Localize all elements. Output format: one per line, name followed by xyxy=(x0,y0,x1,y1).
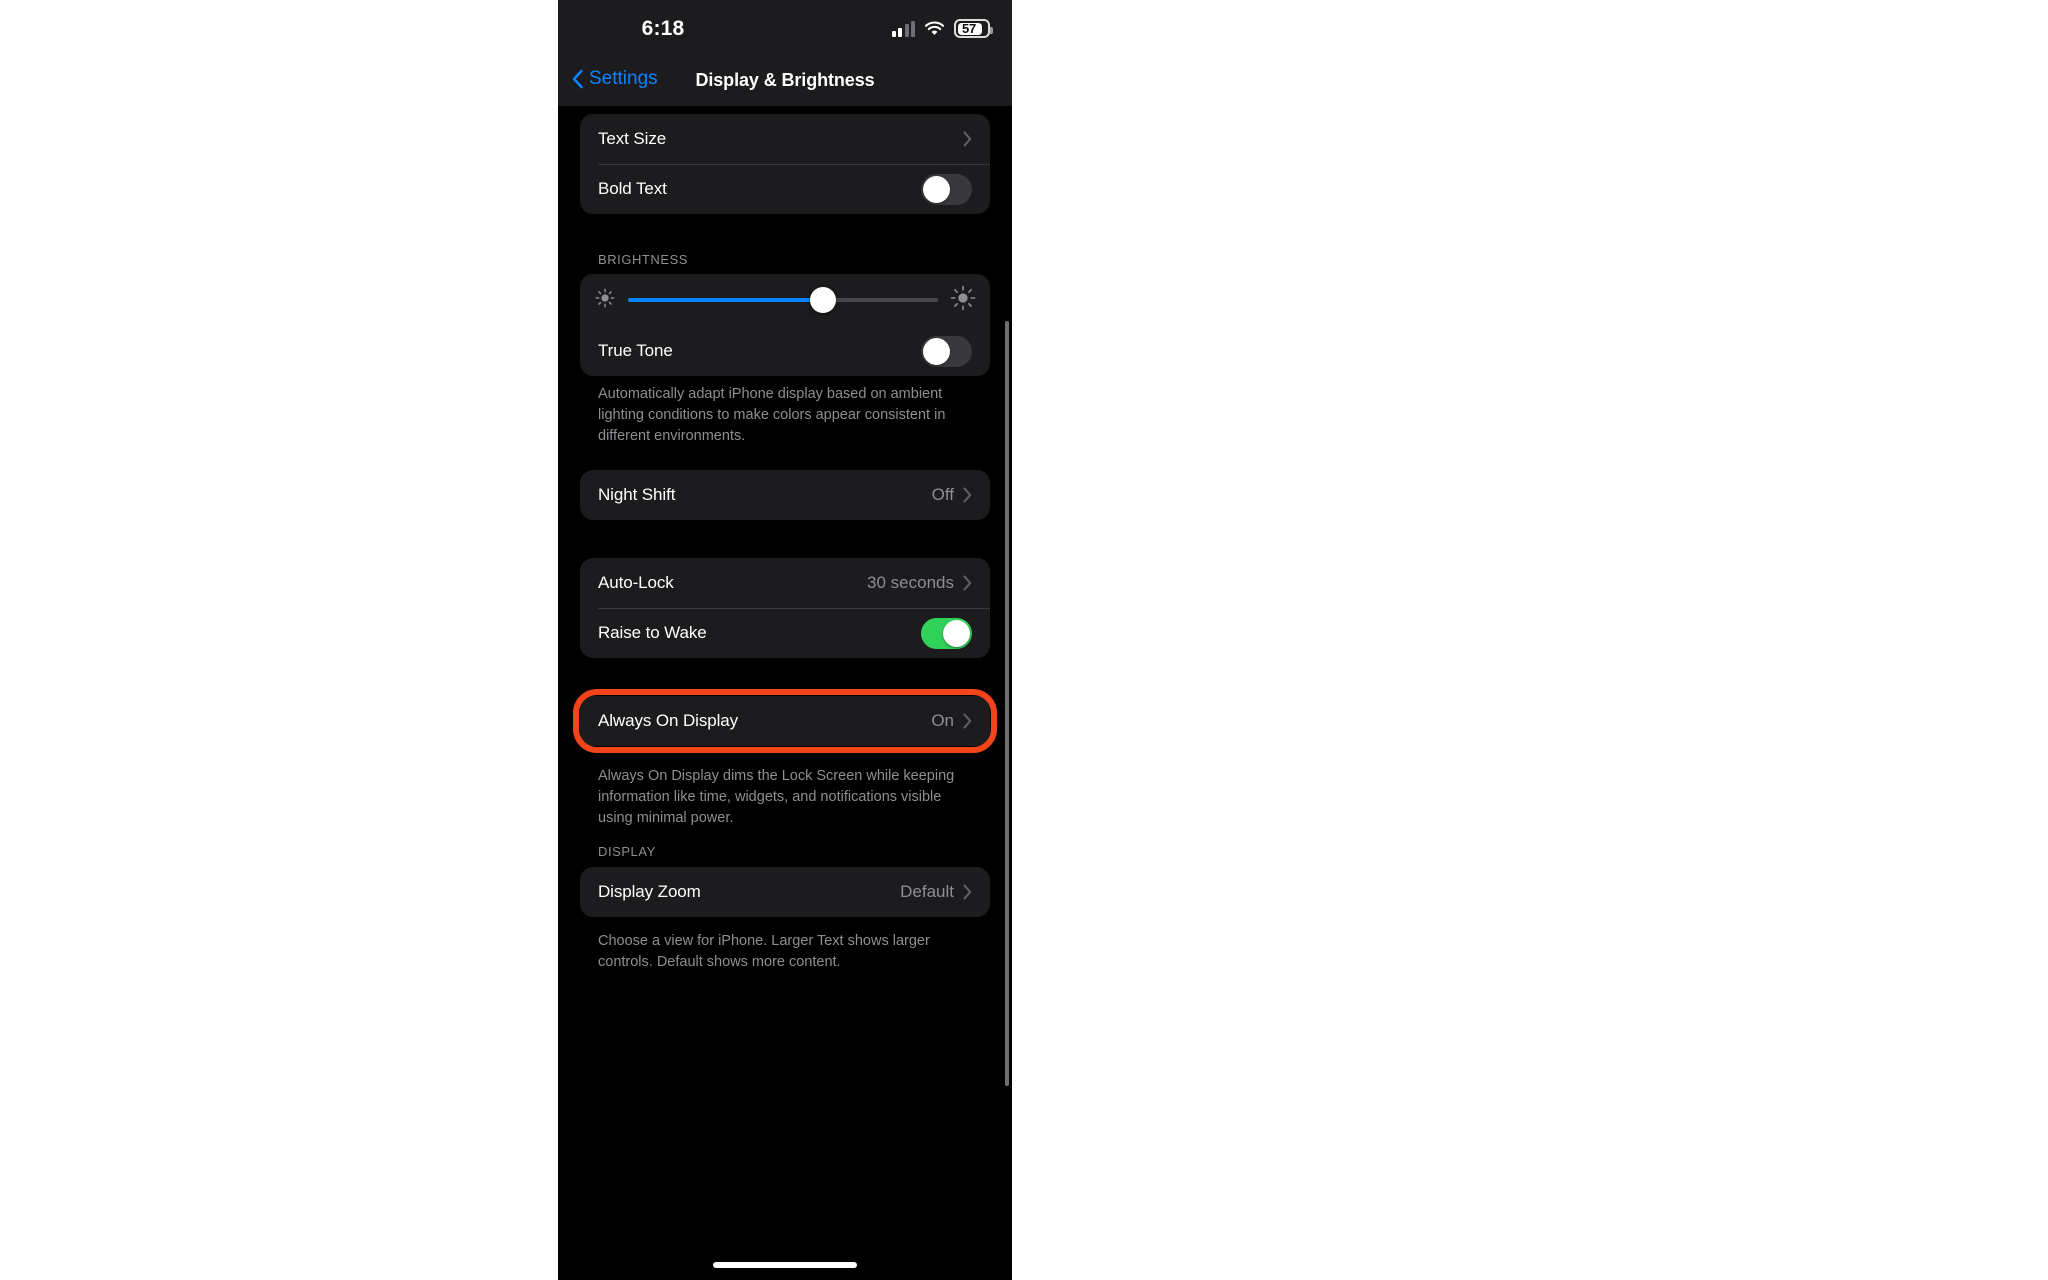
row-auto-lock-value: 30 seconds xyxy=(867,573,954,592)
display-section-header: DISPLAY xyxy=(598,844,656,859)
raise-to-wake-toggle[interactable] xyxy=(921,617,972,649)
navigation-bar: Settings Display & Brightness xyxy=(558,62,1012,106)
brightness-group: True Tone xyxy=(580,274,990,376)
row-always-on-display-value: On xyxy=(931,711,954,730)
row-night-shift[interactable]: Night Shift Off xyxy=(580,470,990,520)
true-tone-toggle[interactable] xyxy=(921,335,972,367)
wifi-icon xyxy=(924,21,945,37)
brightness-high-sun-icon xyxy=(950,285,976,316)
battery-percent: 57 xyxy=(961,21,977,36)
row-true-tone[interactable]: True Tone xyxy=(580,326,990,376)
chevron-right-icon xyxy=(963,884,972,900)
row-bold-text[interactable]: Bold Text xyxy=(580,164,990,214)
brightness-slider-thumb[interactable] xyxy=(810,287,837,313)
row-always-on-display-label: Always On Display xyxy=(598,711,739,730)
row-always-on-display[interactable]: Always On Display On xyxy=(580,696,990,746)
row-text-size[interactable]: Text Size xyxy=(580,114,990,164)
brightness-slider-track[interactable] xyxy=(628,287,938,313)
status-bar-indicators: 57 xyxy=(891,19,993,38)
vertical-scrollbar[interactable] xyxy=(1005,321,1009,1086)
row-auto-lock-label: Auto-Lock xyxy=(598,573,674,592)
bold-text-toggle[interactable] xyxy=(921,173,972,205)
screenshot-canvas: 6:18 57 Settings Display & Brightness Te… xyxy=(0,0,2048,1280)
chevron-right-icon xyxy=(963,131,972,147)
chevron-right-icon xyxy=(963,575,972,591)
chevron-right-icon xyxy=(963,713,972,729)
page-title: Display & Brightness xyxy=(695,70,875,90)
row-display-zoom[interactable]: Display Zoom Default xyxy=(580,867,990,917)
row-display-zoom-value: Default xyxy=(900,882,954,901)
home-indicator xyxy=(713,1262,857,1268)
always-on-display-footer-text: Always On Display dims the Lock Screen w… xyxy=(598,768,955,826)
row-display-zoom-label: Display Zoom xyxy=(598,882,701,901)
row-auto-lock[interactable]: Auto-Lock 30 seconds xyxy=(580,558,990,608)
brightness-low-sun-icon xyxy=(594,287,616,314)
lock-group: Auto-Lock 30 seconds Raise to Wake xyxy=(580,558,990,658)
row-night-shift-label: Night Shift xyxy=(598,485,676,504)
battery-icon: 57 xyxy=(954,19,993,38)
chevron-right-icon xyxy=(963,487,972,503)
iphone-screen: 6:18 57 Settings Display & Brightness Te… xyxy=(558,0,1012,1280)
status-bar: 6:18 57 xyxy=(558,0,1012,62)
display-footer-text: Choose a view for iPhone. Larger Text sh… xyxy=(598,933,930,970)
row-bold-text-label: Bold Text xyxy=(598,179,667,198)
display-group: Display Zoom Default xyxy=(580,867,990,917)
row-raise-to-wake[interactable]: Raise to Wake xyxy=(580,608,990,658)
toggle-knob xyxy=(943,619,970,647)
night-shift-group: Night Shift Off xyxy=(580,470,990,520)
brightness-footer-text: Automatically adapt iPhone display based… xyxy=(598,386,946,444)
toggle-knob xyxy=(923,175,950,203)
toggle-knob xyxy=(923,337,950,365)
text-settings-group: Text Size Bold Text xyxy=(580,114,990,214)
row-text-size-label: Text Size xyxy=(598,129,667,148)
row-true-tone-label: True Tone xyxy=(598,341,673,360)
brightness-slider-row[interactable] xyxy=(580,274,990,326)
settings-scroll-view[interactable]: Text Size Bold Text BRIGHTNESS True Tone… xyxy=(558,106,1012,1280)
row-night-shift-value: Off xyxy=(931,485,954,504)
brightness-section-header: BRIGHTNESS xyxy=(598,252,689,267)
cellular-bars-icon xyxy=(891,20,915,37)
status-bar-time: 6:18 xyxy=(641,17,685,40)
row-raise-to-wake-label: Raise to Wake xyxy=(598,623,707,642)
brightness-slider-fill xyxy=(628,298,824,302)
always-on-display-group: Always On Display On xyxy=(580,696,990,746)
